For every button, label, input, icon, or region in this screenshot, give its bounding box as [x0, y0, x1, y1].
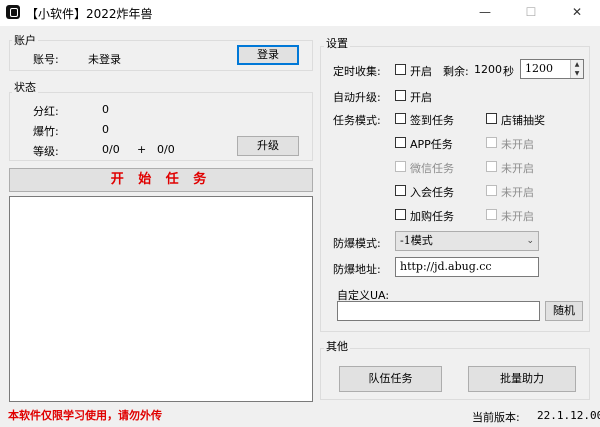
- task-label-add-cart: 加购任务: [410, 210, 454, 223]
- level-label: 等级:: [33, 145, 59, 158]
- seconds-label: 秒: [503, 65, 514, 78]
- anti-block-address-input[interactable]: http://jd.abug.cc: [395, 257, 539, 277]
- firecracker-label: 爆竹:: [33, 125, 59, 138]
- firecracker-value: 0: [102, 123, 109, 136]
- auto-upgrade-label: 自动升级:: [333, 91, 381, 104]
- task-label-disabled-4: 未开启: [501, 210, 534, 223]
- upgrade-button[interactable]: 升级: [237, 136, 299, 156]
- task-checkbox-disabled-3: [486, 185, 497, 196]
- window-title: 【小软件】2022炸年兽: [26, 7, 153, 21]
- custom-ua-input[interactable]: [337, 301, 540, 321]
- batch-help-button[interactable]: 批量助力: [468, 366, 576, 392]
- timed-collect-option: 开启: [410, 65, 432, 78]
- remaining-label: 剩余:: [443, 65, 469, 78]
- task-checkbox-wechat: [395, 161, 406, 172]
- anti-block-mode-label: 防爆模式:: [333, 237, 381, 250]
- version-label: 当前版本:: [472, 411, 520, 424]
- task-checkbox-app[interactable]: [395, 137, 406, 148]
- level-plus: +: [137, 143, 147, 156]
- dividend-value: 0: [102, 103, 109, 116]
- random-ua-button[interactable]: 随机: [545, 301, 583, 321]
- version-value: 22.1.12.00: [537, 409, 600, 422]
- timed-collect-checkbox[interactable]: [395, 64, 406, 75]
- anti-block-address-label: 防爆地址:: [333, 263, 381, 276]
- task-label-disabled-2: 未开启: [501, 162, 534, 175]
- start-task-button[interactable]: 开 始 任 务: [9, 168, 313, 192]
- anti-block-address-value: http://jd.abug.cc: [400, 260, 492, 273]
- other-group-title: 其他: [324, 338, 350, 354]
- task-label-sign-in: 签到任务: [410, 114, 454, 127]
- dividend-label: 分红:: [33, 105, 59, 118]
- minimize-button[interactable]: —: [462, 0, 508, 26]
- task-checkbox-disabled-1: [486, 137, 497, 148]
- task-label-membership: 入会任务: [410, 186, 454, 199]
- interval-value: 1200: [525, 62, 553, 75]
- task-checkbox-sign-in[interactable]: [395, 113, 406, 124]
- account-value: 未登录: [88, 53, 121, 66]
- task-label-app: APP任务: [410, 138, 453, 151]
- auto-upgrade-option: 开启: [410, 91, 432, 104]
- close-button[interactable]: ✕: [554, 0, 600, 26]
- maximize-button[interactable]: ☐: [508, 0, 554, 26]
- anti-block-mode-value: -1模式: [400, 234, 433, 247]
- team-task-button[interactable]: 队伍任务: [339, 366, 442, 392]
- settings-group-title: 设置: [324, 35, 350, 51]
- spin-down-button[interactable]: ▼: [570, 69, 583, 78]
- remaining-value: 1200: [474, 63, 502, 76]
- task-label-wechat: 微信任务: [410, 162, 454, 175]
- account-label: 账号:: [33, 53, 59, 66]
- task-label-disabled-3: 未开启: [501, 186, 534, 199]
- footer-notice: 本软件仅限学习使用，请勿外传: [8, 409, 162, 422]
- spin-up-button[interactable]: ▲: [570, 60, 583, 69]
- timed-collect-label: 定时收集:: [333, 65, 381, 78]
- task-checkbox-shop-lottery[interactable]: [486, 113, 497, 124]
- task-label-shop-lottery: 店铺抽奖: [501, 114, 545, 127]
- status-group-title: 状态: [12, 79, 38, 95]
- task-checkbox-add-cart[interactable]: [395, 209, 406, 220]
- account-group-title: 账户: [12, 32, 38, 48]
- auto-upgrade-checkbox[interactable]: [395, 90, 406, 101]
- interval-input[interactable]: 1200 ▲ ▼: [520, 59, 584, 79]
- level-value: 0/0: [102, 143, 120, 156]
- task-checkbox-disabled-4: [486, 209, 497, 220]
- task-checkbox-disabled-2: [486, 161, 497, 172]
- level-bonus: 0/0: [157, 143, 175, 156]
- login-button[interactable]: 登录: [237, 45, 299, 65]
- task-label-disabled-1: 未开启: [501, 138, 534, 151]
- app-icon: [6, 5, 20, 19]
- task-checkbox-membership[interactable]: [395, 185, 406, 196]
- anti-block-mode-select[interactable]: -1模式 ⌄: [395, 231, 539, 251]
- log-output[interactable]: [9, 196, 313, 402]
- task-mode-label: 任务模式:: [333, 114, 381, 127]
- chevron-down-icon: ⌄: [526, 236, 534, 246]
- title-bar: 【小软件】2022炸年兽 — ☐ ✕: [0, 0, 600, 26]
